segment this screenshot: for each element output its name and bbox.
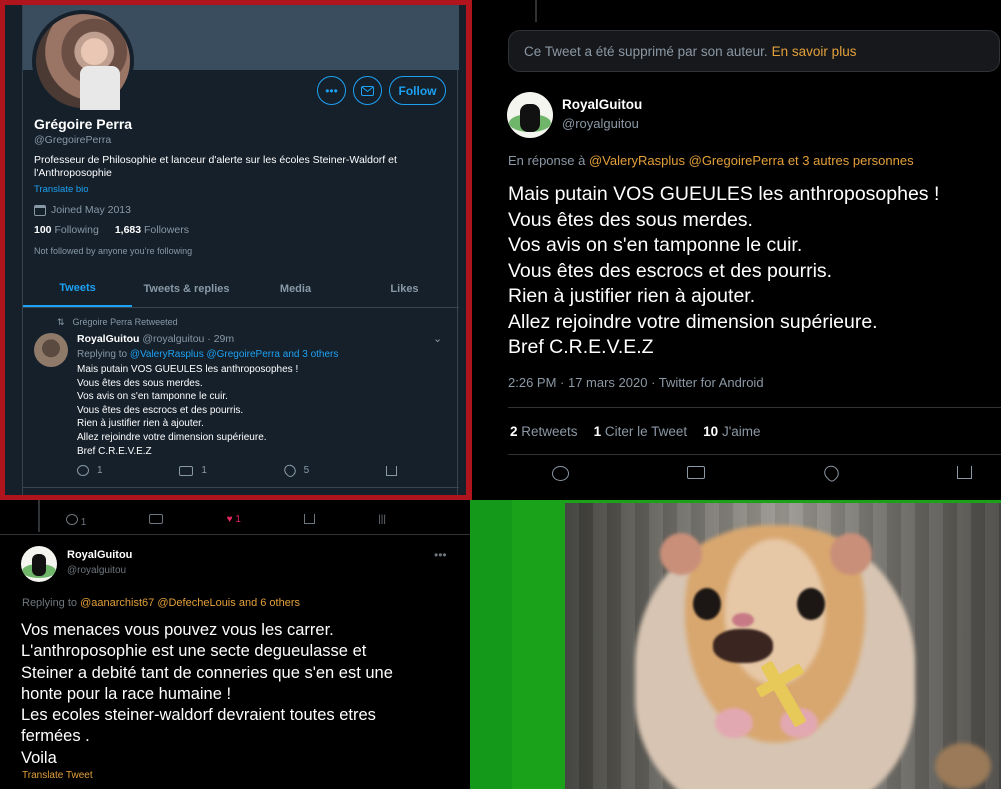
tab-media[interactable]: Media [241,270,350,307]
divider [508,407,1001,408]
author-handle: @royalguitou [562,116,639,131]
tweet-actions [552,462,972,486]
reply-button[interactable] [552,466,569,486]
deleted-tweet-notice: Ce Tweet a été supprimé par son auteur. … [508,30,1000,72]
following-link[interactable]: 100 Following [34,224,99,236]
tab-likes[interactable]: Likes [350,270,459,307]
share-icon [385,465,397,476]
share-button[interactable] [304,514,316,528]
hamster-photo [565,503,1001,789]
tweet-handle-time: @royalguitou · 29m [142,333,235,345]
quotes-count[interactable]: 1 Citer le Tweet [594,424,688,439]
stats-icon: ||| [378,514,386,525]
tweet-body: Mais putain VOS GUEULES les anthroposoph… [77,364,299,457]
profile-avatar[interactable] [32,10,134,112]
share-button[interactable] [956,466,972,486]
likes-count[interactable]: 10 J'aime [703,424,760,439]
profile-column: ••• Follow Grégoire Perra @GregoirePerra… [22,0,459,500]
like-button[interactable]: 5 [281,462,309,479]
translate-bio-link[interactable]: Translate bio [34,184,89,195]
divider [23,487,459,488]
reply-mentions[interactable]: @ValeryRasplus @GregoirePerra [589,153,784,168]
translate-tweet-link[interactable]: Translate Tweet [22,770,93,781]
author-name[interactable]: RoyalGuitou [67,549,132,561]
more-options-button[interactable]: ••• [317,76,346,105]
thread-line [38,500,40,532]
reply-button[interactable]: 1 [77,465,103,476]
retweet-button[interactable] [149,514,164,528]
reply-icon [552,466,569,481]
like-button[interactable]: ♥ 1 [227,514,241,528]
tweet-avatar[interactable] [34,333,68,367]
tab-tweets[interactable]: Tweets [23,270,132,307]
reply-others[interactable]: and 6 others [239,597,300,609]
author-name[interactable]: RoyalGuitou [562,97,642,112]
retweet-button[interactable]: 1 [179,465,207,476]
tweet-text: Mais putain VOS GUEULES les anthroposoph… [508,183,940,358]
followers-link[interactable]: 1,683 Followers [115,224,189,236]
meme-image [470,500,1001,789]
not-followed-note: Not followed by anyone you’re following [34,246,193,256]
retweet-icon [179,465,194,476]
author-handle: @royalguitou [67,565,127,576]
profile-bio: Professeur de Philosophie et lanceur d'a… [34,154,397,179]
retweet-icon [687,466,706,479]
previous-tweet-actions: 1 ♥ 1 ||| [66,514,386,528]
reply-tweet-screenshot: 1 ♥ 1 ||| RoyalGuitou @royalguitou ••• R… [0,500,470,789]
reply-mentions[interactable]: @aanarchist67 @DefecheLouis [80,597,236,609]
share-button[interactable] [385,465,397,476]
divider [508,454,1001,455]
profile-name: Grégoire Perra [34,116,133,132]
follow-button[interactable]: Follow [389,76,446,105]
green-background [470,500,512,789]
reply-others[interactable]: et 3 autres personnes [788,153,914,168]
replying-others[interactable]: and 3 others [283,349,339,360]
more-icon[interactable]: ••• [434,548,447,562]
chevron-down-icon[interactable]: ⌄ [433,332,442,345]
divider [0,534,470,535]
reply-button[interactable]: 1 [66,514,86,528]
share-icon [304,514,316,524]
replying-to: Replying to @aanarchist67 @DefecheLouis … [22,597,300,609]
retweet-icon: ⇅ [57,317,65,327]
replying-mentions[interactable]: @ValeryRasplus @GregoirePerra [130,349,280,360]
retweet-button[interactable] [687,466,706,486]
reply-icon [66,514,78,525]
tweet-actions: 1 1 5 [77,462,397,479]
retweets-count[interactable]: 2 Retweets [510,424,578,439]
tweet-meta: 2:26 PM · 17 mars 2020 · Twitter for And… [508,375,764,390]
retweet-icon [149,514,164,524]
author-avatar[interactable] [507,92,553,138]
tweet-replying-to: Replying to @ValeryRasplus @GregoirePerr… [77,349,339,360]
like-button[interactable] [820,462,842,486]
joined-date: Joined May 2013 [34,204,131,216]
tweet-author[interactable]: RoyalGuitou [77,333,139,345]
profile-tabs: Tweets Tweets & replies Media Likes [23,270,459,308]
heart-icon [281,462,298,479]
engagement-counts: 2 Retweets 1 Citer le Tweet 10 J'aime [510,424,761,439]
learn-more-link[interactable]: En savoir plus [772,44,857,59]
share-icon [956,466,972,479]
reply-icon [77,465,89,476]
tweet-header: RoyalGuitou @royalguitou · 29m [77,333,234,345]
follow-stats: 100 Following 1,683 Followers [34,224,189,236]
profile-handle: @GregoirePerra [34,134,112,146]
joined-text: Joined May 2013 [51,204,131,216]
profile-screenshot: ••• Follow Grégoire Perra @GregoirePerra… [0,0,472,500]
more-icon: ••• [325,83,338,98]
tweet-detail-screenshot: Ce Tweet a été supprimé par son auteur. … [472,0,1001,500]
heart-icon [820,462,842,484]
tweet-text: Vos menaces vous pouvez vous les carrer.… [21,621,393,767]
tab-tweets-replies[interactable]: Tweets & replies [132,270,241,307]
retweeted-by: ⇅ Grégoire Perra Retweeted [57,317,178,327]
calendar-icon [34,204,46,216]
stats-button[interactable]: ||| [378,514,386,528]
message-button[interactable] [353,76,382,105]
replying-to: En réponse à @ValeryRasplus @GregoirePer… [508,153,914,168]
mail-icon [361,85,374,96]
thread-line [535,0,537,22]
author-avatar[interactable] [21,546,57,582]
